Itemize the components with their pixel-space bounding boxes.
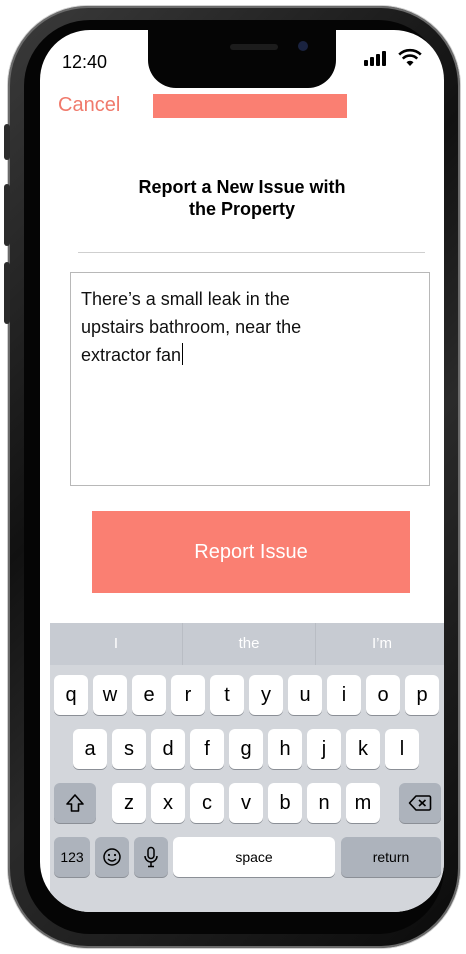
key-e[interactable]: e [132,675,166,715]
silent-switch [4,124,10,160]
key-c[interactable]: c [190,783,224,823]
key-l[interactable]: l [385,729,419,769]
cancel-button[interactable]: Cancel [58,94,120,117]
key-x[interactable]: x [151,783,185,823]
key-v[interactable]: v [229,783,263,823]
dictation-key[interactable] [134,837,168,877]
notch [148,30,336,88]
key-t[interactable]: t [210,675,244,715]
issue-text-line-3-text: extractor fan [81,345,182,365]
microphone-icon [144,846,158,868]
shift-key[interactable] [54,783,96,823]
key-h[interactable]: h [268,729,302,769]
key-m[interactable]: m [346,783,380,823]
suggestion-bar: I the I’m [50,623,444,665]
issue-text-line-1: There’s a small leak in the [81,289,290,309]
key-w[interactable]: w [93,675,127,715]
shift-icon [66,794,84,812]
redacted-title-bar [153,94,347,118]
issue-text-line-3: extractor fan [81,341,419,369]
return-key[interactable]: return [341,837,441,877]
key-j[interactable]: j [307,729,341,769]
key-i[interactable]: i [327,675,361,715]
issue-description-field[interactable]: There’s a small leak in the upstairs bat… [70,272,430,486]
backspace-icon [408,795,432,811]
suggestion-2[interactable]: the [183,623,316,665]
key-o[interactable]: o [366,675,400,715]
key-y[interactable]: y [249,675,283,715]
backspace-key[interactable] [399,783,441,823]
report-issue-button[interactable]: Report Issue [92,511,410,593]
text-cursor [182,343,184,365]
front-camera [298,41,308,51]
key-u[interactable]: u [288,675,322,715]
key-n[interactable]: n [307,783,341,823]
space-key[interactable]: space [173,837,335,877]
page-title-line-1: Report a New Issue with [138,177,346,197]
emoji-icon [103,848,121,866]
key-z[interactable]: z [112,783,146,823]
key-a[interactable]: a [73,729,107,769]
key-s[interactable]: s [112,729,146,769]
key-f[interactable]: f [190,729,224,769]
keyboard: I the I’m q w e r t y u i o p a s d f g … [50,623,444,912]
key-q[interactable]: q [54,675,88,715]
divider [78,252,425,253]
key-p[interactable]: p [405,675,439,715]
key-g[interactable]: g [229,729,263,769]
status-icons [364,48,424,68]
page-title-line-2: the Property [188,199,296,219]
key-k[interactable]: k [346,729,380,769]
page-title: Report a New Issue with the Property [40,176,444,220]
phone-screen: 12:40 Cancel Report a New Issue with the… [40,30,444,912]
emoji-key[interactable] [95,837,129,877]
wifi-icon [398,48,422,66]
volume-down-button [4,262,10,324]
key-b[interactable]: b [268,783,302,823]
suggestion-3[interactable]: I’m [316,623,444,665]
status-time: 12:40 [62,52,108,72]
signal-icon [364,50,386,66]
issue-text-line-2: upstairs bathroom, near the [81,317,302,337]
numbers-key[interactable]: 123 [54,837,90,877]
suggestion-1[interactable]: I [50,623,183,665]
volume-up-button [4,184,10,246]
speaker-grille [230,44,278,50]
key-d[interactable]: d [151,729,185,769]
key-r[interactable]: r [171,675,205,715]
